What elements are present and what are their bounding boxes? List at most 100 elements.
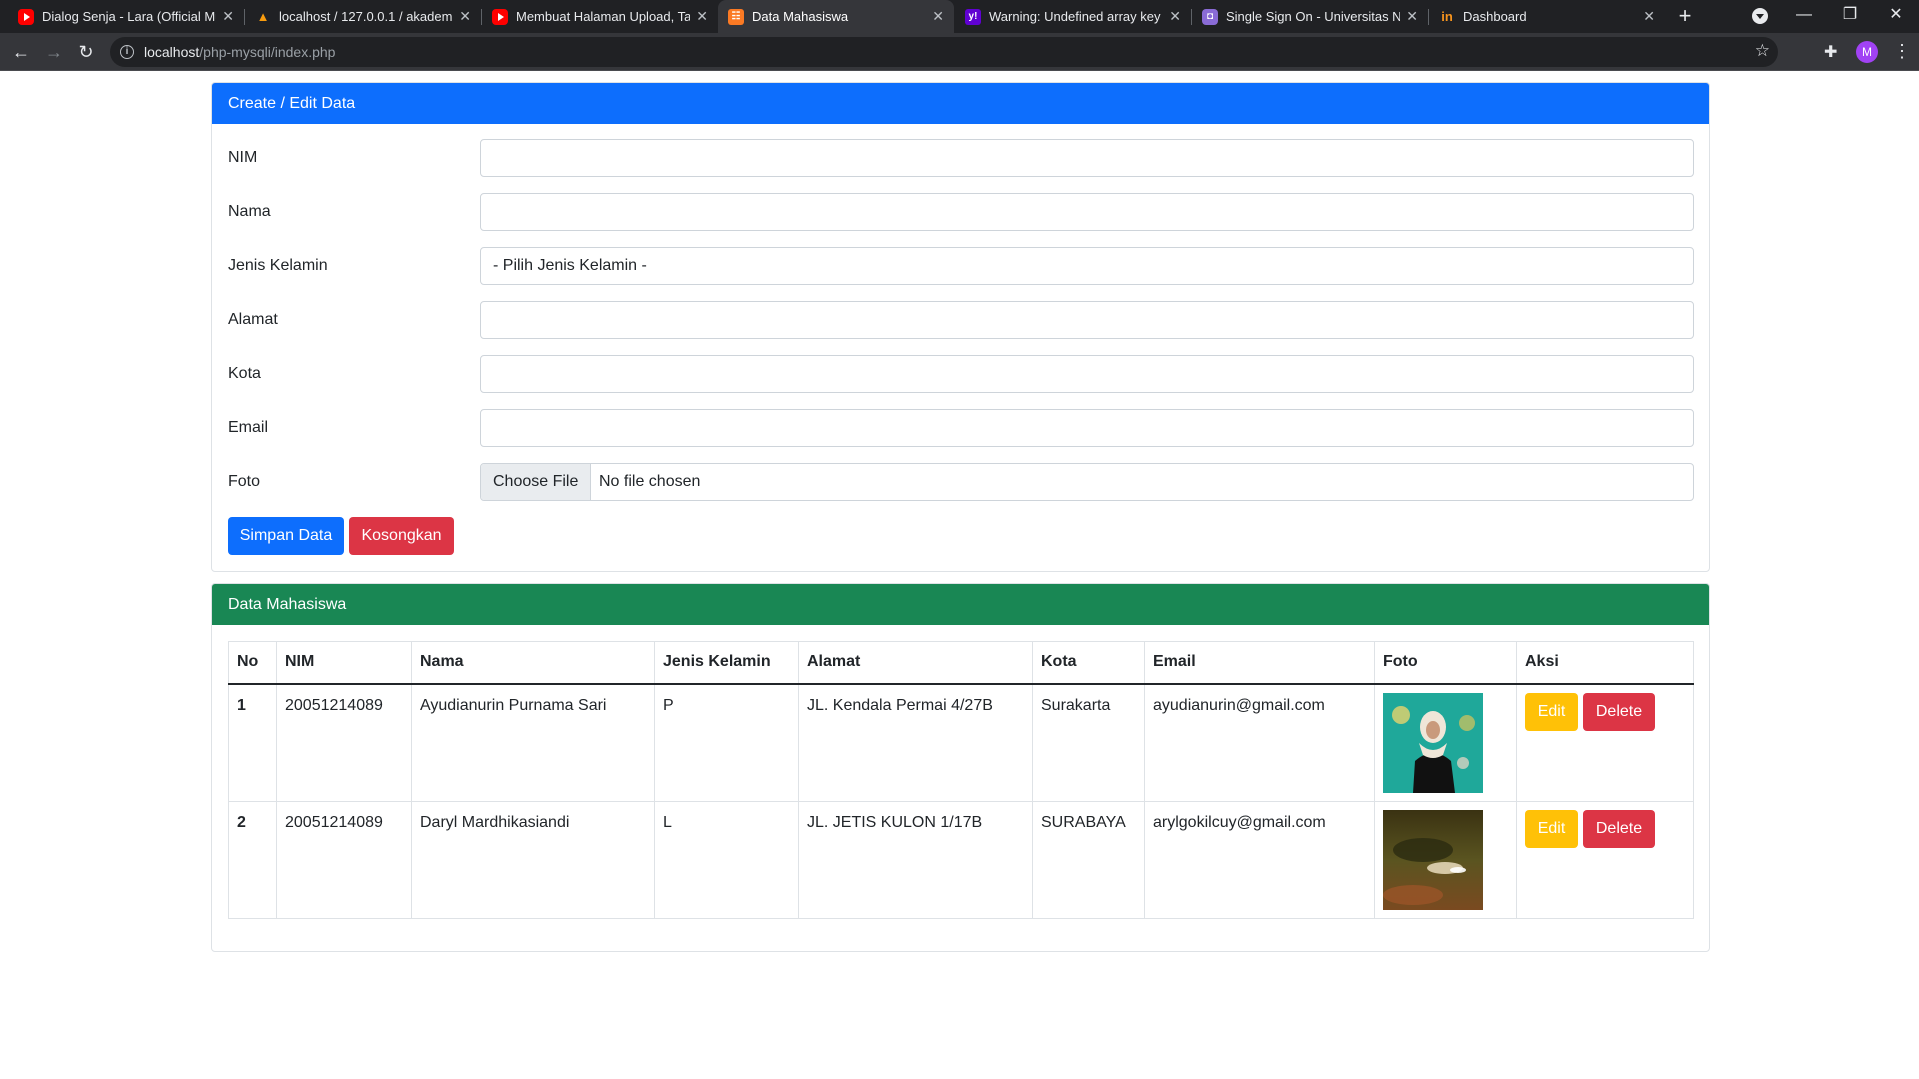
nim-label: NIM <box>228 149 258 166</box>
kota-input[interactable] <box>480 355 1694 393</box>
email-input[interactable] <box>480 409 1694 447</box>
col-nama: Nama <box>411 641 655 685</box>
data-mahasiswa-header: Data Mahasiswa <box>212 584 1709 625</box>
edit-button[interactable]: Edit <box>1525 809 1578 848</box>
choose-file-button[interactable]: Choose File <box>481 464 592 500</box>
bookmark-star-icon[interactable]: ☆ <box>1755 41 1770 61</box>
close-icon[interactable]: ✕ <box>459 8 471 25</box>
close-icon[interactable]: ✕ <box>1406 8 1418 25</box>
form-row-foto: Foto Choose File No file chosen <box>228 463 1694 501</box>
form-row-alamat: Alamat <box>228 301 1694 339</box>
form-row-nama: Nama <box>228 193 1694 231</box>
new-tab-button[interactable]: + <box>1672 4 1698 30</box>
create-edit-header: Create / Edit Data <box>212 83 1709 124</box>
col-alamat: Alamat <box>798 641 1033 685</box>
close-icon[interactable]: ✕ <box>696 8 708 25</box>
foto-file-input[interactable]: Choose File No file chosen <box>480 463 1694 501</box>
cell-jenis-kelamin: L <box>654 800 799 919</box>
student-photo-thumbnail <box>1383 692 1483 793</box>
tab-title: localhost / 127.0.0.1 / akademik <box>279 9 454 24</box>
col-no: No <box>228 641 277 685</box>
col-kota: Kota <box>1032 641 1145 685</box>
sso-icon: ◘ <box>1202 8 1218 25</box>
address-bar[interactable]: i localhost/php-mysqli/index.php ☆ <box>110 37 1778 67</box>
tab-youtube-dialog-senja[interactable]: Dialog Senja - Lara (Official Mus ✕ <box>8 0 244 33</box>
col-jenis-kelamin: Jenis Kelamin <box>654 641 799 685</box>
tab-yahoo-warning[interactable]: y! Warning: Undefined array key "fo ✕ <box>955 0 1191 33</box>
cell-email: ayudianurin@gmail.com <box>1144 683 1375 802</box>
close-icon[interactable]: ✕ <box>1169 8 1181 25</box>
cell-nim: 20051214089 <box>276 800 412 919</box>
form-row-jenis-kelamin: Jenis Kelamin - Pilih Jenis Kelamin - <box>228 247 1694 285</box>
col-aksi: Aksi <box>1516 641 1694 685</box>
reload-icon[interactable]: ↻ <box>72 38 100 66</box>
form-row-kota: Kota <box>228 355 1694 393</box>
nim-input[interactable] <box>480 139 1694 177</box>
form-row-email: Email <box>228 409 1694 447</box>
cell-email: arylgokilcuy@gmail.com <box>1144 800 1375 919</box>
nama-label: Nama <box>228 203 271 220</box>
youtube-icon <box>492 8 508 25</box>
page-content: Create / Edit Data NIM Nama Jenis Kelami… <box>0 71 1919 1079</box>
delete-button[interactable]: Delete <box>1583 692 1655 731</box>
col-email: Email <box>1144 641 1375 685</box>
info-icon[interactable]: i <box>120 45 134 59</box>
phpmyadmin-icon: ▲ <box>256 9 270 24</box>
cell-alamat: JL. Kendala Permai 4/27B <box>798 683 1033 802</box>
close-icon[interactable]: ✕ <box>222 8 234 25</box>
mahasiswa-table: No NIM Nama Jenis Kelamin Alamat Kota Em… <box>228 641 1694 919</box>
menu-kebab-icon[interactable]: ⋮ <box>1893 40 1911 62</box>
alamat-label: Alamat <box>228 311 278 328</box>
tab-youtube-upload[interactable]: Membuat Halaman Upload, Tam ✕ <box>482 0 718 33</box>
tab-title: Single Sign On - Universitas Neg <box>1226 9 1401 24</box>
browser-tab-strip: Dialog Senja - Lara (Official Mus ✕ ▲ lo… <box>0 0 1919 33</box>
invision-icon: in <box>1441 9 1453 24</box>
delete-button[interactable]: Delete <box>1583 809 1655 848</box>
clear-button[interactable]: Kosongkan <box>349 517 454 555</box>
extensions-icon[interactable]: ✚ <box>1824 42 1837 62</box>
tab-data-mahasiswa[interactable]: ☷ Data Mahasiswa ✕ <box>718 0 954 33</box>
cell-no: 2 <box>228 800 277 919</box>
cell-aksi: Edit Delete <box>1516 683 1694 802</box>
tab-search-icon[interactable] <box>1752 8 1768 24</box>
url-path: /php-mysqli/index.php <box>199 44 336 60</box>
cell-nama: Daryl Mardhikasiandi <box>411 800 655 919</box>
nama-input[interactable] <box>480 193 1694 231</box>
yahoo-icon: y! <box>965 8 981 25</box>
cell-kota: Surakarta <box>1032 683 1145 802</box>
close-icon[interactable]: ✕ <box>1643 8 1655 25</box>
table-header-row: No NIM Nama Jenis Kelamin Alamat Kota Em… <box>228 641 1694 685</box>
url-host: localhost <box>144 44 200 60</box>
student-photo-thumbnail <box>1383 809 1483 910</box>
cell-foto <box>1374 800 1517 919</box>
back-icon[interactable]: ← <box>7 38 35 66</box>
create-edit-card: Create / Edit Data NIM Nama Jenis Kelami… <box>211 82 1710 572</box>
profile-avatar[interactable]: M <box>1856 41 1878 63</box>
col-nim: NIM <box>276 641 412 685</box>
restore-icon[interactable]: ❐ <box>1827 0 1873 33</box>
tab-single-sign-on[interactable]: ◘ Single Sign On - Universitas Neg ✕ <box>1192 0 1428 33</box>
cell-jenis-kelamin: P <box>654 683 799 802</box>
save-button[interactable]: Simpan Data <box>228 517 344 555</box>
col-foto: Foto <box>1374 641 1517 685</box>
cell-aksi: Edit Delete <box>1516 800 1694 919</box>
form-actions: Simpan Data Kosongkan <box>228 517 1694 555</box>
tab-dashboard[interactable]: in Dashboard ✕ <box>1429 0 1665 33</box>
cell-nim: 20051214089 <box>276 683 412 802</box>
edit-button[interactable]: Edit <box>1525 692 1578 731</box>
table-row: 1 20051214089 Ayudianurin Purnama Sari P… <box>228 683 1694 802</box>
form-row-nim: NIM <box>228 139 1694 177</box>
minimize-icon[interactable]: — <box>1781 0 1827 33</box>
foto-label: Foto <box>228 473 261 490</box>
window-close-icon[interactable]: ✕ <box>1873 0 1919 33</box>
alamat-input[interactable] <box>480 301 1694 339</box>
cell-no: 1 <box>228 683 277 802</box>
cell-kota: SURABAYA <box>1032 800 1145 919</box>
email-label: Email <box>228 419 269 436</box>
table-row: 2 20051214089 Daryl Mardhikasiandi L JL.… <box>228 800 1694 919</box>
jenis-kelamin-select[interactable]: - Pilih Jenis Kelamin - <box>480 247 1694 285</box>
forward-icon[interactable]: → <box>40 38 68 66</box>
tab-phpmyadmin[interactable]: ▲ localhost / 127.0.0.1 / akademik ✕ <box>245 0 481 33</box>
close-icon[interactable]: ✕ <box>932 8 944 25</box>
tab-title: Dialog Senja - Lara (Official Mus <box>42 9 217 24</box>
